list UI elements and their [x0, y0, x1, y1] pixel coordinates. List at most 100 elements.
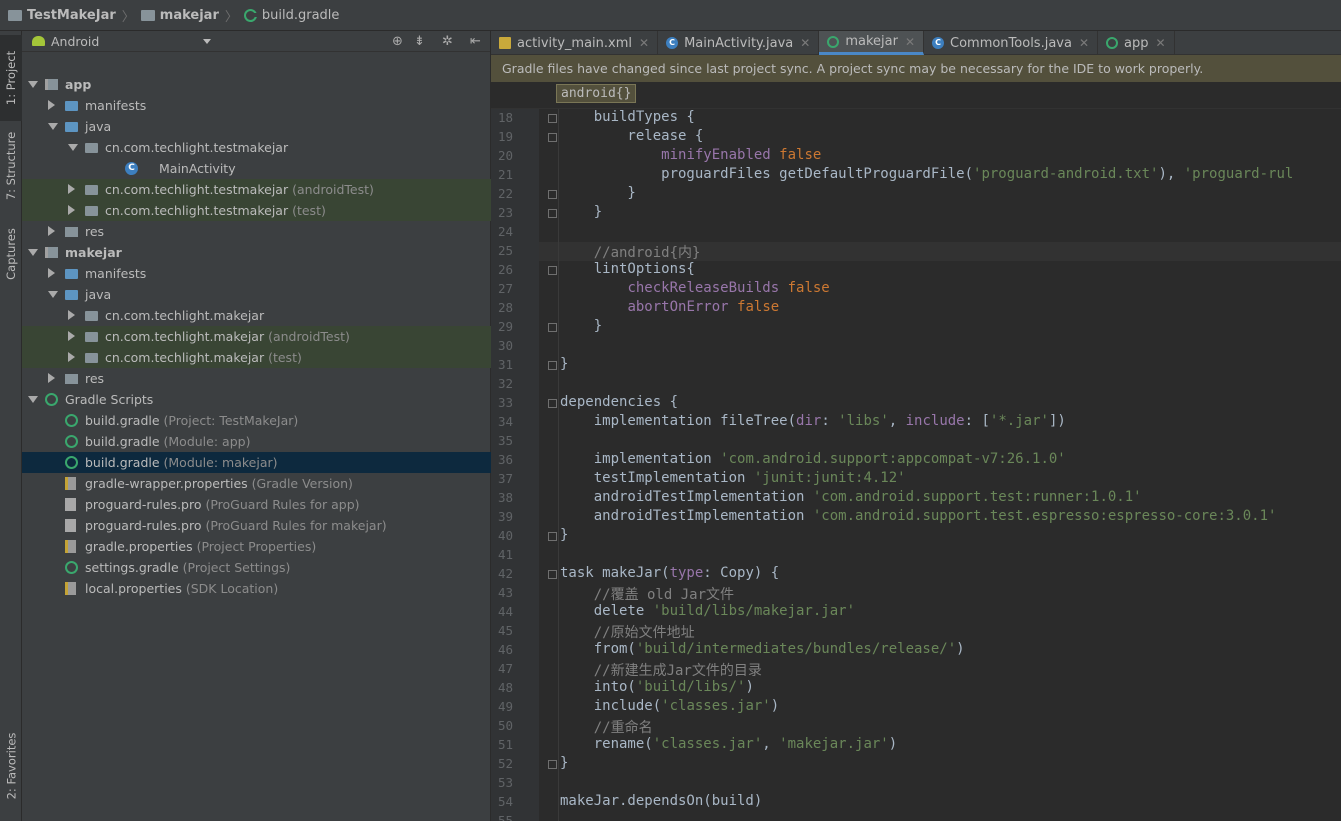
project-view-selector[interactable]: Android [51, 34, 99, 49]
expanded-arrow-icon[interactable] [28, 396, 38, 403]
tree-item[interactable]: cn.com.techlight.testmakejar (test) [22, 200, 491, 221]
breadcrumb-file[interactable]: build.gradle [243, 8, 339, 23]
expanded-arrow-icon[interactable] [28, 249, 38, 256]
tree-item[interactable]: proguard-rules.pro (ProGuard Rules for m… [22, 515, 491, 536]
tree-item[interactable]: proguard-rules.pro (ProGuard Rules for a… [22, 494, 491, 515]
code-line: implementation 'com.android.support:appc… [560, 451, 1066, 467]
tree-item[interactable]: Gradle Scripts [22, 389, 491, 410]
tree-item[interactable]: manifests [22, 95, 491, 116]
tree-item[interactable]: cn.com.techlight.makejar (androidTest) [22, 326, 491, 347]
line-number: 33 [497, 395, 513, 410]
tree-item[interactable]: build.gradle (Module: app) [22, 431, 491, 452]
tree-item-hint: (Gradle Version) [247, 476, 353, 491]
tree-item[interactable]: java [22, 116, 491, 137]
fold-marker-icon[interactable] [548, 323, 557, 332]
fold-marker-icon[interactable] [548, 114, 557, 123]
expanded-arrow-icon[interactable] [48, 123, 58, 130]
tree-item[interactable]: cn.com.techlight.makejar [22, 305, 491, 326]
code-editor[interactable]: 18 19 20 21 22 23 24 25 26 27 28 29 30 31 32 33 34 35 36 37… [491, 109, 1341, 821]
breadcrumb-project[interactable]: TestMakeJar [8, 8, 116, 23]
collapsed-arrow-icon[interactable] [68, 310, 75, 320]
fold-marker-icon[interactable] [548, 133, 557, 142]
close-icon[interactable]: ✕ [800, 36, 810, 50]
code-line: buildTypes { [560, 109, 695, 125]
gradle-icon [1106, 37, 1119, 49]
tree-item[interactable]: gradle-wrapper.properties (Gradle Versio… [22, 473, 491, 494]
tree-item[interactable]: res [22, 221, 491, 242]
code-token: dir [796, 413, 822, 429]
tree-item[interactable]: cn.com.techlight.testmakejar (androidTes… [22, 179, 491, 200]
fold-marker-icon[interactable] [548, 532, 557, 541]
line-number: 44 [497, 604, 513, 619]
tree-item[interactable]: C MainActivity [22, 158, 491, 179]
tab-makejar[interactable]: makejar ✕ [819, 31, 924, 55]
collapsed-arrow-icon[interactable] [68, 352, 75, 362]
editor-breadcrumb-item[interactable]: android{} [556, 84, 637, 103]
tree-item[interactable]: manifests [22, 263, 491, 284]
close-icon[interactable]: ✕ [1079, 36, 1089, 50]
collapse-all-icon[interactable]: ⇟ [414, 34, 425, 49]
tree-item[interactable]: cn.com.techlight.testmakejar [22, 137, 491, 158]
fold-marker-icon[interactable] [548, 760, 557, 769]
expanded-arrow-icon[interactable] [48, 291, 58, 298]
tab-structure-tool[interactable]: 7: Structure [0, 121, 22, 211]
tree-item[interactable]: local.properties (SDK Location) [22, 578, 491, 599]
locate-icon[interactable]: ⊕ [392, 34, 403, 49]
tab-commontools-java[interactable]: C CommonTools.java ✕ [924, 31, 1099, 55]
collapsed-arrow-icon[interactable] [68, 205, 75, 215]
tab-activity-main-xml[interactable]: activity_main.xml ✕ [491, 31, 659, 55]
fold-marker-icon[interactable] [548, 399, 557, 408]
fold-marker-icon[interactable] [548, 190, 557, 199]
tab-favorites-tool[interactable]: 2: Favorites [0, 721, 22, 811]
code-token: 'proguard-android.txt' [973, 166, 1159, 182]
tree-item[interactable]: build.gradle (Project: TestMakeJar) [22, 410, 491, 431]
tree-item[interactable]: app [22, 74, 491, 95]
code-token: ) [888, 736, 898, 752]
tab-captures-tool[interactable]: Captures [0, 216, 22, 291]
tab-app[interactable]: app ✕ [1098, 31, 1175, 55]
tab-mainactivity-java[interactable]: C MainActivity.java ✕ [658, 31, 820, 55]
tree-item[interactable]: res [22, 368, 491, 389]
collapsed-arrow-icon[interactable] [48, 373, 55, 383]
expanded-arrow-icon[interactable] [68, 144, 78, 151]
tree-item[interactable]: makejar [22, 242, 491, 263]
fold-marker-icon[interactable] [548, 266, 557, 275]
code-token: 'classes.jar' [661, 698, 771, 714]
code-token: '*.jar' [989, 413, 1049, 429]
tree-item[interactable]: build.gradle (Module: makejar) [22, 452, 491, 473]
chevron-down-icon[interactable] [203, 39, 211, 44]
collapsed-arrow-icon[interactable] [68, 184, 75, 194]
collapsed-arrow-icon[interactable] [48, 100, 55, 110]
close-icon[interactable]: ✕ [905, 35, 915, 49]
tree-item[interactable]: gradle.properties (Project Properties) [22, 536, 491, 557]
code-token: into( [560, 679, 636, 695]
fold-marker-icon[interactable] [548, 209, 557, 218]
fold-marker-icon[interactable] [548, 361, 557, 370]
gradle-icon [65, 414, 78, 427]
tab-project-tool[interactable]: 1: Project [0, 35, 22, 121]
code-line: androidTestImplementation 'com.android.s… [560, 489, 1142, 505]
collapsed-arrow-icon[interactable] [48, 226, 55, 236]
code-token: : Copy) { [703, 565, 780, 581]
code-line: abortOnError false [560, 299, 779, 315]
close-icon[interactable]: ✕ [639, 36, 649, 50]
tree-item[interactable]: java [22, 284, 491, 305]
collapsed-arrow-icon[interactable] [48, 268, 55, 278]
code-token: } [560, 755, 569, 771]
line-number: 22 [497, 186, 513, 201]
collapsed-arrow-icon[interactable] [68, 331, 75, 341]
gear-icon[interactable]: ✲ [442, 34, 453, 49]
java-class-icon: C [666, 37, 679, 49]
breadcrumb-module[interactable]: makejar [140, 8, 219, 23]
tree-item-label: cn.com.techlight.makejar [105, 308, 264, 323]
tree-item[interactable]: settings.gradle (Project Settings) [22, 557, 491, 578]
fold-marker-icon[interactable] [548, 570, 557, 579]
expanded-arrow-icon[interactable] [28, 81, 38, 88]
editor-breadcrumb: android{} [491, 82, 1341, 109]
hide-panel-icon[interactable]: ⇤ [470, 34, 481, 49]
tree-item[interactable]: cn.com.techlight.makejar (test) [22, 347, 491, 368]
tree-item-hint: (Project: TestMakeJar) [159, 413, 299, 428]
code-token: 'junit:junit:4.12' [753, 470, 906, 486]
close-icon[interactable]: ✕ [1156, 36, 1166, 50]
